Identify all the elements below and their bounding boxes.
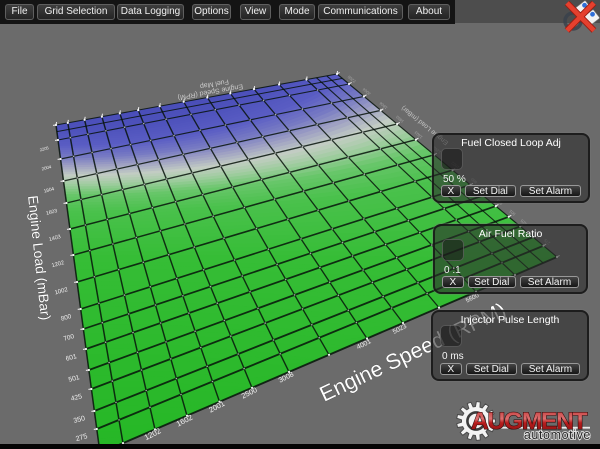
svg-text:501: 501 xyxy=(507,208,516,217)
svg-text:275: 275 xyxy=(75,432,89,443)
svg-text:2004: 2004 xyxy=(41,164,52,172)
svg-text:2205: 2205 xyxy=(39,145,50,152)
svg-text:501: 501 xyxy=(68,374,81,384)
svg-text:1804: 1804 xyxy=(43,186,55,195)
svg-text:700: 700 xyxy=(63,333,76,343)
svg-text:800: 800 xyxy=(60,313,72,323)
svg-text:425: 425 xyxy=(70,393,83,403)
svg-text:350: 350 xyxy=(73,415,86,425)
svg-text:automotive: automotive xyxy=(524,428,591,442)
svg-text:601: 601 xyxy=(65,353,78,363)
svg-text:1202: 1202 xyxy=(51,260,65,269)
svg-text:1002: 1002 xyxy=(54,287,69,296)
svg-text:1603: 1603 xyxy=(46,208,59,217)
svg-text:1403: 1403 xyxy=(48,234,61,243)
